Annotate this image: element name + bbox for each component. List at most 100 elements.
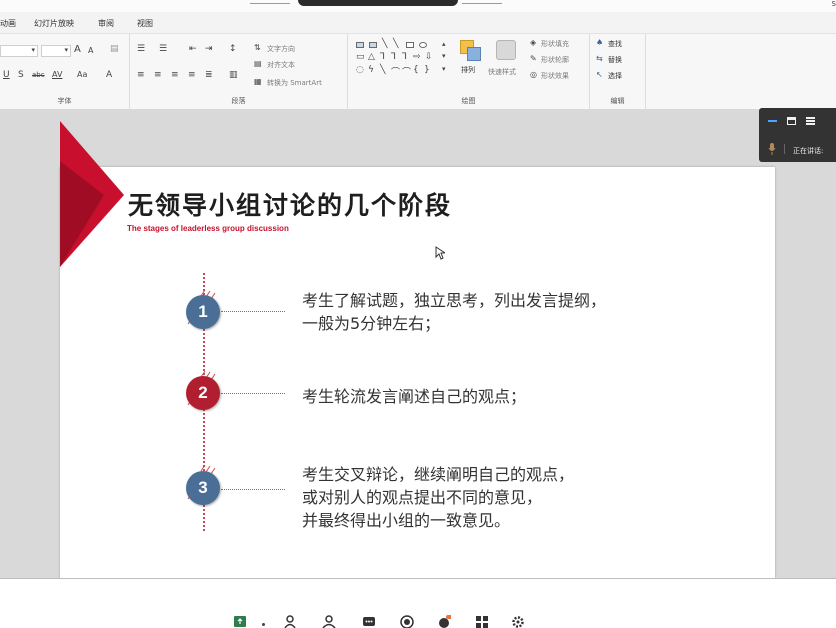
shrink-font-button[interactable]: A: [88, 46, 93, 55]
shapes-gallery[interactable]: ╲ ╲ ▭ △ ⅂ ⅂ ⅂ ⇨ ⇩ ◌ ϟ ╲ ⌒ ⌒ { } ▴ ▾ ▾: [354, 39, 452, 84]
align-center-icon[interactable]: ≡: [154, 70, 162, 80]
replace-button[interactable]: 替换: [608, 55, 622, 65]
numbering-icon[interactable]: ☰: [159, 44, 167, 54]
step-text[interactable]: 考生了解试题，独立思考，列出发言提纲， 一般为5分钟左右；: [302, 289, 606, 335]
clear-format-icon[interactable]: ▤: [110, 44, 119, 54]
red-arrow-decoration: [60, 121, 124, 267]
gallery-more-icon[interactable]: ▾: [442, 65, 446, 73]
shape-textbox-icon[interactable]: [356, 42, 364, 48]
shape-connector-icon[interactable]: ⅂: [402, 52, 407, 62]
step-number-badge: 1: [186, 295, 220, 329]
participants-icon[interactable]: [322, 615, 336, 628]
dotted-connector: [221, 489, 285, 490]
decrease-indent-icon[interactable]: ⇤: [189, 44, 197, 54]
change-case-button[interactable]: Aa: [77, 70, 87, 79]
shape-rectangle-icon[interactable]: ▭: [356, 52, 365, 62]
shape-outline-button[interactable]: 形状轮廓: [541, 55, 569, 65]
window-top-strip: S: [0, 0, 836, 12]
shape-lightning-icon[interactable]: ϟ: [368, 65, 374, 75]
columns-icon[interactable]: ▥: [229, 70, 238, 80]
font-group-label: 字体: [57, 97, 72, 105]
font-name-dropdown[interactable]: ▾: [0, 45, 38, 57]
effects-icon: ◎: [530, 70, 537, 79]
step-text[interactable]: 考生交叉辩论，继续阐明自己的观点， 或对别人的观点提出不同的意见， 并最终得出小…: [302, 463, 574, 532]
chat-icon[interactable]: [362, 615, 376, 628]
reactions-icon[interactable]: [437, 615, 451, 628]
shape-elbow-icon[interactable]: ⅂: [380, 52, 385, 62]
chevron-down-icon: ▾: [31, 46, 35, 54]
shape-fill-button[interactable]: 形状填充: [541, 39, 569, 49]
step-number: 1: [198, 302, 208, 321]
grow-font-button[interactable]: A: [74, 44, 81, 55]
strikethrough-button[interactable]: abc: [32, 71, 45, 79]
share-screen-icon[interactable]: [233, 615, 247, 628]
shape-rectangle-icon[interactable]: [406, 42, 414, 48]
meeting-float-panel[interactable]: 正在讲话:: [759, 108, 836, 162]
bullets-icon[interactable]: ☰: [137, 44, 145, 54]
shape-arrow-icon[interactable]: ⇨: [413, 52, 421, 62]
quick-styles-button[interactable]: 快速样式: [488, 38, 524, 82]
menu-item-animation[interactable]: 动画: [0, 18, 16, 29]
apps-icon[interactable]: [475, 615, 489, 628]
binoculars-icon: ♠: [596, 38, 604, 47]
drawing-group: ╲ ╲ ▭ △ ⅂ ⅂ ⅂ ⇨ ⇩ ◌ ϟ ╲ ⌒ ⌒ { } ▴ ▾ ▾ 排列: [348, 34, 590, 110]
justify-icon[interactable]: ≡: [188, 70, 196, 80]
font-color-button[interactable]: A: [106, 70, 112, 80]
align-text-button[interactable]: 对齐文本: [267, 60, 295, 70]
increase-indent-icon[interactable]: ⇥: [205, 44, 213, 54]
menu-item-view[interactable]: 视图: [137, 18, 153, 29]
smartart-icon: ▦: [254, 77, 262, 86]
align-right-icon[interactable]: ≡: [171, 70, 179, 80]
quick-styles-icon: [496, 40, 516, 60]
divider: [250, 3, 290, 4]
shape-effects-button[interactable]: 形状效果: [541, 71, 569, 81]
chevron-down-icon: ▾: [64, 46, 68, 54]
shape-line-icon[interactable]: ╲: [382, 39, 387, 49]
record-icon[interactable]: [400, 615, 414, 628]
line-spacing-icon[interactable]: ↕: [229, 44, 237, 54]
align-text-icon: ▤: [254, 59, 262, 68]
window-icon[interactable]: [786, 116, 797, 125]
gallery-scroll-down-icon[interactable]: ▾: [442, 52, 446, 60]
step-text[interactable]: 考生轮流发言阐述自己的观点；: [302, 385, 526, 408]
list-icon[interactable]: [805, 116, 816, 125]
text-direction-button[interactable]: 文字方向: [267, 44, 295, 54]
gallery-scroll-up-icon[interactable]: ▴: [442, 40, 446, 48]
menu-item-review[interactable]: 审阅: [98, 18, 114, 29]
shape-curve-icon[interactable]: ⌒: [391, 65, 400, 78]
find-button[interactable]: 查找: [608, 39, 622, 49]
speaking-label: 正在讲话:: [793, 147, 824, 155]
user-indicator: S: [831, 0, 836, 8]
shape-textbox-icon[interactable]: [369, 42, 377, 48]
dotted-connector: [221, 311, 285, 312]
arrange-button[interactable]: 排列: [458, 38, 484, 82]
menu-item-slideshow[interactable]: 幻灯片放映: [34, 18, 74, 29]
dotted-connector: [221, 393, 285, 394]
slide-subtitle[interactable]: The stages of leaderless group discussio…: [127, 224, 289, 233]
participants-add-icon[interactable]: [284, 615, 298, 628]
shape-arrow-icon[interactable]: ⇩: [425, 52, 433, 62]
underline-button[interactable]: U: [3, 70, 10, 80]
shape-oval-icon[interactable]: [419, 42, 427, 48]
shape-brace-icon[interactable]: }: [424, 65, 430, 75]
shadow-button[interactable]: S: [18, 70, 24, 80]
select-button[interactable]: 选择: [608, 71, 622, 81]
settings-icon[interactable]: [511, 615, 525, 628]
slide-canvas[interactable]: 无领导小组讨论的几个阶段 The stages of leaderless gr…: [60, 121, 775, 578]
font-size-dropdown[interactable]: ▾: [41, 45, 71, 57]
shape-brace-icon[interactable]: {: [413, 65, 419, 75]
shape-curve-icon[interactable]: ╲: [380, 65, 385, 75]
shape-triangle-icon[interactable]: △: [368, 52, 375, 62]
smartart-button[interactable]: 转换为 SmartArt: [267, 78, 322, 88]
slide-title[interactable]: 无领导小组讨论的几个阶段: [128, 186, 452, 222]
align-left-icon[interactable]: ≡: [137, 70, 145, 80]
shape-elbow-icon[interactable]: ⅂: [391, 52, 396, 62]
ribbon: ▾ ▾ A A ▤ U S abc AV Aa A 字体 ☰ ☰ ⇤ ⇥ ↕ ≡…: [0, 34, 836, 110]
shape-line-icon[interactable]: ╲: [393, 39, 398, 49]
dot-separator: [262, 623, 265, 626]
shape-curve-icon[interactable]: ⌒: [402, 65, 411, 78]
char-spacing-button[interactable]: AV: [52, 70, 62, 79]
distributed-icon[interactable]: ≣: [205, 70, 213, 80]
shape-heart-icon[interactable]: ◌: [356, 65, 364, 75]
minimize-icon[interactable]: [767, 116, 778, 125]
